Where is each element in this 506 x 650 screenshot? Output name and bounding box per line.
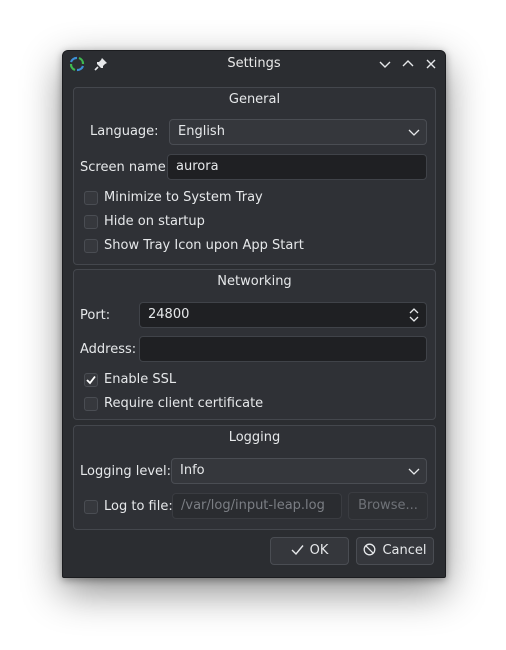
general-group-title: General — [228, 92, 281, 107]
port-spinbox[interactable]: 24800 — [139, 302, 427, 328]
logging-group-title: Logging — [228, 430, 281, 445]
log-to-file-label[interactable]: Log to file: — [104, 499, 173, 514]
log-file-path-input[interactable]: /var/log/input-leap.log — [172, 493, 342, 519]
minimize-to-tray-checkbox[interactable] — [84, 191, 98, 205]
networking-group-title: Networking — [217, 274, 292, 289]
settings-dialog: Settings General Language: English Scree… — [62, 50, 446, 578]
enable-ssl-label[interactable]: Enable SSL — [104, 372, 176, 387]
browse-button[interactable]: Browse... — [348, 492, 428, 520]
port-label: Port: — [80, 308, 111, 323]
screen-name-input[interactable]: aurora — [167, 154, 427, 180]
cancel-circle-icon — [364, 543, 376, 556]
close-icon[interactable] — [424, 57, 438, 71]
hide-on-startup-label[interactable]: Hide on startup — [104, 214, 205, 229]
cancel-button[interactable]: Cancel — [356, 537, 434, 565]
logging-level-value: Info — [180, 463, 205, 478]
chevron-up-icon[interactable] — [401, 57, 415, 71]
chevron-down-icon — [408, 129, 420, 136]
ok-button[interactable]: OK — [270, 537, 349, 565]
screen-name-label: Screen name: — [80, 160, 171, 175]
ok-label: OK — [309, 543, 329, 558]
show-tray-icon-checkbox[interactable] — [84, 239, 98, 253]
title-bar[interactable]: Settings — [63, 51, 445, 77]
hide-on-startup-checkbox[interactable] — [84, 215, 98, 229]
cancel-label: Cancel — [382, 543, 427, 558]
logging-level-select[interactable]: Info — [171, 458, 427, 484]
logging-group: Logging Logging level: Info Log to file:… — [73, 425, 436, 530]
spin-arrows-icon[interactable] — [408, 307, 420, 323]
address-label: Address: — [80, 342, 137, 357]
chevron-down-icon[interactable] — [378, 57, 392, 71]
checkmark-icon — [291, 545, 304, 556]
general-group: General Language: English Screen name: a… — [73, 87, 436, 265]
logging-level-label: Logging level: — [80, 464, 171, 479]
enable-ssl-checkbox[interactable] — [84, 373, 98, 387]
chevron-down-icon — [408, 468, 420, 475]
networking-group: Networking Port: 24800 Address: Enable S… — [73, 269, 436, 420]
show-tray-icon-label[interactable]: Show Tray Icon upon App Start — [104, 238, 304, 253]
require-cert-label[interactable]: Require client certificate — [104, 396, 263, 411]
checkmark-icon — [86, 375, 96, 385]
language-value: English — [178, 124, 225, 139]
log-to-file-checkbox[interactable] — [84, 500, 98, 514]
language-select[interactable]: English — [169, 119, 427, 145]
port-value: 24800 — [148, 307, 190, 322]
address-input[interactable] — [139, 336, 427, 362]
minimize-to-tray-label[interactable]: Minimize to System Tray — [104, 190, 263, 205]
language-label: Language: — [90, 124, 159, 139]
require-cert-checkbox[interactable] — [84, 397, 98, 411]
